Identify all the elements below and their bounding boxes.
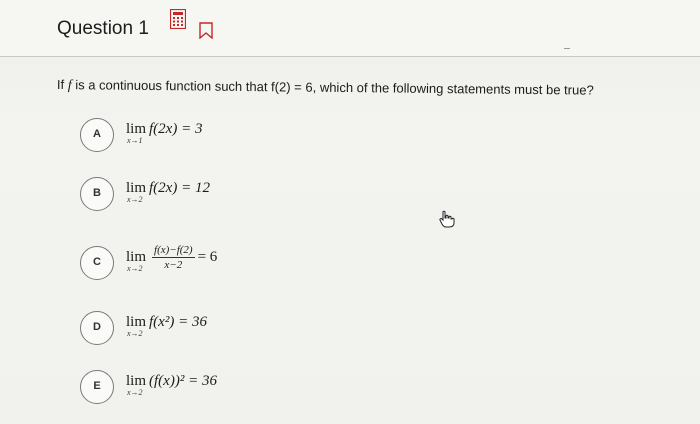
choice-e-math: lim x→2 (f(x))² = 36	[126, 373, 217, 397]
divider-mark	[564, 48, 570, 49]
hand-pointer-icon	[439, 210, 455, 228]
choice-a[interactable]: A lim x→1 f(2x) = 3	[80, 118, 500, 158]
choice-d-math: lim x→2 f(x²) = 36	[126, 314, 207, 338]
choice-e[interactable]: E lim x→2 (f(x))² = 36	[80, 370, 500, 410]
choice-a-math: lim x→1 f(2x) = 3	[126, 121, 203, 145]
question-title: Question 1	[57, 18, 149, 39]
choice-d[interactable]: D lim x→2 f(x²) = 36	[80, 311, 500, 351]
choice-b-math: lim x→2 f(2x) = 12	[126, 180, 210, 204]
choice-d-letter[interactable]: D	[80, 311, 114, 345]
choice-e-letter[interactable]: E	[80, 370, 114, 404]
choice-c[interactable]: C lim x→2 f(x)−f(2) x−2 = 6	[80, 244, 500, 286]
choice-a-letter[interactable]: A	[80, 118, 114, 152]
question-prompt: If f is a continuous function such that …	[56, 77, 594, 98]
calculator-icon[interactable]	[170, 9, 186, 29]
question-header: Question 1	[0, 0, 700, 57]
choice-c-letter[interactable]: C	[80, 246, 114, 280]
bookmark-icon[interactable]	[199, 22, 213, 39]
choice-c-math: lim x→2 f(x)−f(2) x−2 = 6	[126, 244, 218, 273]
choice-b-letter[interactable]: B	[80, 177, 114, 211]
